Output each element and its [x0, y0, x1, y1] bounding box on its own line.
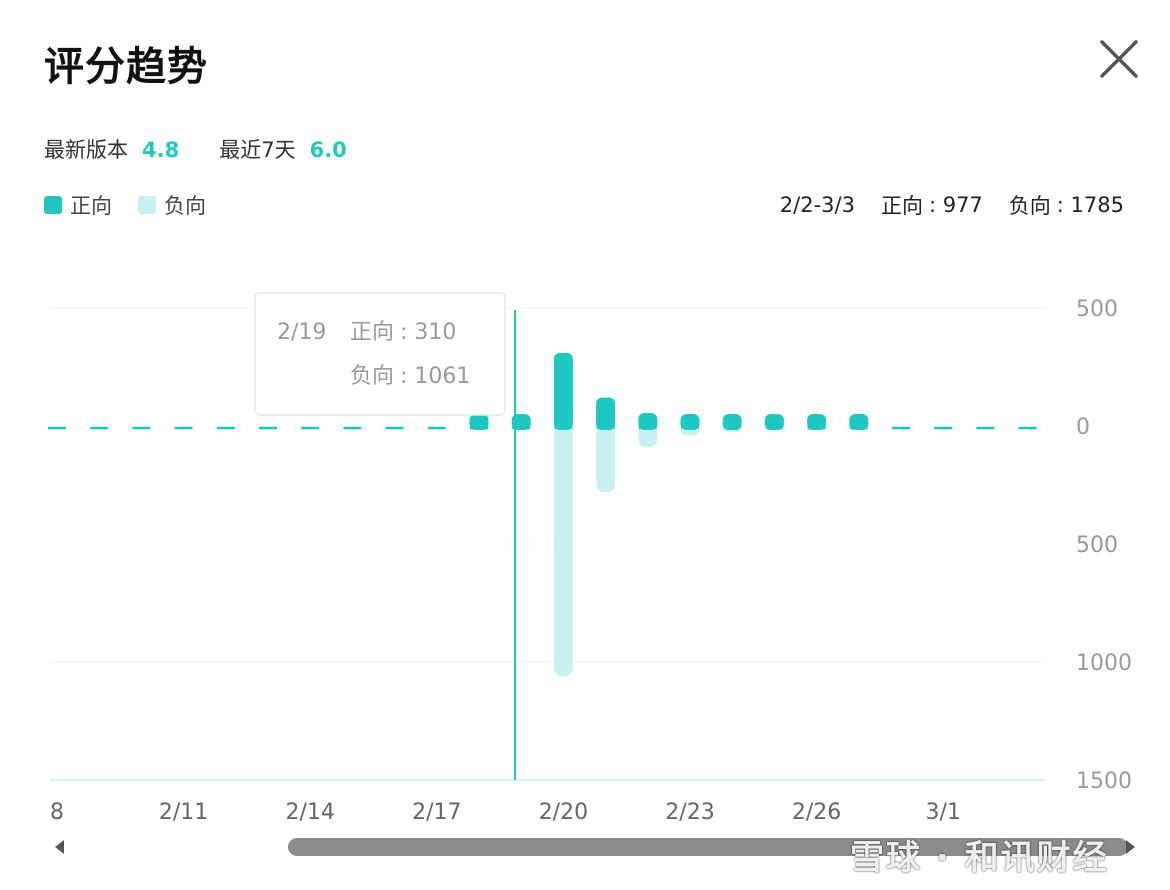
positive-bar	[722, 414, 742, 430]
y-tick-label: 500	[1076, 533, 1118, 558]
y-tick-label: 500	[1076, 297, 1118, 322]
scroll-left-arrow-icon[interactable]	[50, 838, 70, 856]
tooltip-negative-label: 负向	[350, 364, 394, 389]
watermark: 雪球 · 和讯财经	[850, 838, 1109, 878]
tooltip-positive-label: 正向	[350, 320, 394, 345]
chart-tooltip: 2/19 正向: 310负向: 1061	[254, 292, 516, 780]
scroll-right-arrow-icon[interactable]	[1120, 838, 1140, 856]
negative-bar	[596, 426, 616, 493]
chart-bars	[469, 352, 869, 677]
rating-trend-chart: 500 0 500 1000 1500 8 2/11 2/14 2/17 2/20 2/23 2/26…	[48, 292, 1132, 825]
x-tick-label: 2/26	[792, 800, 841, 825]
positive-bar	[680, 414, 700, 430]
positive-bar	[638, 413, 658, 430]
x-tick-label: 3/1	[925, 800, 960, 825]
positive-bar	[596, 397, 616, 430]
chart-grid	[48, 307, 1045, 781]
y-tick-label: 1000	[1076, 651, 1132, 676]
positive-bar	[807, 414, 827, 430]
tooltip-positive-value: : 310	[400, 320, 456, 345]
x-tick-label: 2/20	[539, 800, 588, 825]
x-tick-label: 2/14	[285, 800, 334, 825]
x-tick-label: 2/17	[412, 800, 461, 825]
positive-bar	[469, 414, 489, 430]
y-tick-label: 1500	[1076, 769, 1132, 794]
x-tick-label: 2/23	[665, 800, 714, 825]
negative-bar	[553, 426, 573, 677]
positive-bar	[764, 414, 784, 430]
tooltip-negative-value: : 1061	[400, 364, 470, 389]
chart-axes: 500 0 500 1000 1500 8 2/11 2/14 2/17 2/20 2/23 2/26…	[50, 297, 1132, 825]
positive-bar	[553, 352, 573, 430]
tooltip-date: 2/19	[277, 320, 326, 345]
tooltip-box	[254, 292, 506, 416]
x-tick-label: 8	[50, 800, 64, 825]
positive-bar	[849, 414, 869, 430]
x-tick-label: 2/11	[159, 800, 208, 825]
y-tick-label: 0	[1076, 415, 1090, 440]
